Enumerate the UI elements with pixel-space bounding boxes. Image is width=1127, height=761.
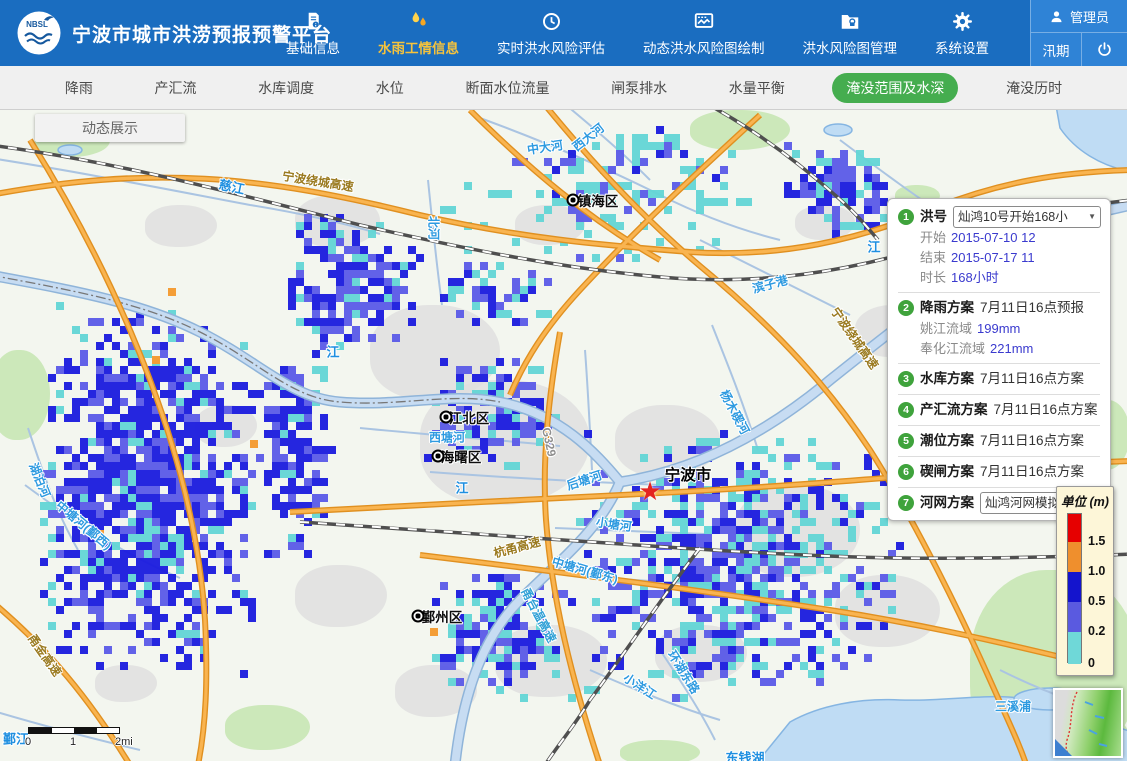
nav-label: 水雨工情信息 [378, 37, 459, 60]
legend-seg [1068, 572, 1081, 602]
info-doc-icon [303, 8, 324, 34]
nav-label: 洪水风险图管理 [803, 37, 898, 60]
flood-id-section: 1 洪号 灿鸿10号开始168小▼ 开始2015-07-10 12 结束2015… [898, 206, 1100, 288]
district-marker [412, 610, 425, 623]
depth-legend: 单位 (m) 1.5 1.0 0.5 0.2 0 [1056, 486, 1114, 676]
tab-gate-pump-drain[interactable]: 闸泵排水 [597, 73, 681, 103]
legend-seg [1068, 514, 1081, 542]
panel-row: 姚江流域199mm [898, 319, 1100, 339]
district-marker [432, 450, 445, 463]
user-menu[interactable]: 管理员 [1031, 0, 1127, 33]
user-name: 管理员 [1070, 7, 1109, 26]
scale-label: 2mi [115, 736, 133, 748]
nav-item-riskmap-manage[interactable]: 洪水风险图管理 [801, 6, 900, 62]
map-canvas[interactable]: 慈江中大河西大河镇海区宁波绕城高速宁波绕城高速滨子港北河江湖泊河中塘河(鄞西)西… [0, 110, 1127, 761]
tab-water-level[interactable]: 水位 [362, 73, 418, 103]
panel-row: 开始2015-07-10 12 [898, 228, 1100, 248]
district-marker [440, 411, 453, 424]
legend-tick: 1.5 [1088, 534, 1105, 548]
nav-label: 动态洪水风险图绘制 [643, 37, 765, 60]
legend-tick: 1.0 [1088, 564, 1105, 578]
runoff-plan-section: 4产汇流方案7月11日16点方案 [898, 399, 1100, 421]
header-bar: NBSL 宁波市城市洪涝预报预警平台 基础信息 水雨工情信息 [0, 0, 1127, 66]
flood-season-button[interactable]: 汛期 [1031, 33, 1081, 66]
rainfall-plan-section: 2 降雨方案 7月11日16点预报 姚江流域199mm 奉化江流域221mm [898, 297, 1100, 359]
nav-item-dynamic-riskmap[interactable]: 动态洪水风险图绘制 [641, 6, 767, 62]
legend-seg [1068, 632, 1081, 664]
legend-tick: 0.2 [1088, 624, 1105, 638]
nav-item-water-rain-info[interactable]: 水雨工情信息 [376, 6, 461, 62]
logout-button[interactable] [1081, 33, 1127, 66]
dynamic-display-button[interactable]: 动态展示 [35, 114, 185, 142]
header-user-block: 管理员 汛期 [1030, 0, 1127, 66]
app-logo: NBSL [16, 10, 62, 56]
nav-label: 系统设置 [935, 37, 989, 60]
tab-reservoir-dispatch[interactable]: 水库调度 [244, 73, 328, 103]
dynamic-chart-icon [693, 8, 715, 34]
clock-icon [541, 8, 562, 34]
chevron-down-icon: ▼ [1088, 206, 1096, 228]
nav-item-system-settings[interactable]: 系统设置 [933, 6, 991, 62]
nav-item-realtime-risk[interactable]: 实时洪水风险评估 [495, 6, 607, 62]
legend-title: 单位 (m) [1057, 491, 1113, 510]
header-bottom-row: 汛期 [1031, 33, 1127, 66]
section-badge: 1 [898, 209, 914, 225]
minimap-toggle-icon[interactable] [1055, 739, 1072, 756]
main-nav: 基础信息 水雨工情信息 实时洪水风险评估 动态洪水风险图绘制 [272, 0, 1030, 66]
water-drops-icon [408, 8, 430, 34]
overview-minimap[interactable] [1053, 688, 1123, 758]
brand: NBSL 宁波市城市洪涝预报预警平台 [0, 0, 272, 66]
map-scale-bar: 0 1 2mi [20, 722, 150, 752]
divider [898, 456, 1100, 457]
power-icon [1096, 41, 1113, 58]
nav-label: 实时洪水风险评估 [497, 37, 605, 60]
divider [898, 363, 1100, 364]
divider [898, 425, 1100, 426]
tide-plan-section: 5潮位方案7月11日16点方案 [898, 430, 1100, 452]
tab-section-flow[interactable]: 断面水位流量 [451, 73, 563, 103]
flood-event-select[interactable]: 灿鸿10号开始168小▼ [953, 206, 1101, 228]
tab-runoff[interactable]: 产汇流 [140, 73, 210, 103]
tab-water-balance[interactable]: 水量平衡 [715, 73, 799, 103]
user-icon [1049, 9, 1064, 24]
district-marker [567, 194, 580, 207]
folder-lock-icon [839, 8, 861, 34]
nav-label: 基础信息 [286, 37, 340, 60]
reservoir-plan-section: 3水库方案7月11日16点方案 [898, 368, 1100, 390]
legend-tick: 0 [1088, 656, 1095, 670]
flood-info-panel: 1 洪号 灿鸿10号开始168小▼ 开始2015-07-10 12 结束2015… [887, 198, 1111, 521]
tab-inundation-duration[interactable]: 淹没历时 [992, 73, 1076, 103]
legend-colorbar [1067, 513, 1082, 663]
scale-label: 0 [25, 736, 31, 748]
svg-text:NBSL: NBSL [26, 20, 48, 29]
city-star-marker: ★ [638, 478, 661, 504]
nav-item-basic-info[interactable]: 基础信息 [284, 6, 342, 62]
scale-segments [28, 727, 120, 734]
panel-row: 时长168小时 [898, 268, 1100, 288]
divider [898, 394, 1100, 395]
tab-rainfall[interactable]: 降雨 [51, 73, 107, 103]
sluice-plan-section: 6碶闸方案7月11日16点方案 [898, 461, 1100, 483]
app-window: NBSL 宁波市城市洪涝预报预警平台 基础信息 水雨工情信息 [0, 0, 1127, 761]
tab-inundation-extent-depth[interactable]: 淹没范围及水深 [832, 73, 958, 103]
legend-seg [1068, 602, 1081, 632]
divider [898, 292, 1100, 293]
scale-label: 1 [70, 736, 76, 748]
legend-tick: 0.5 [1088, 594, 1105, 608]
gear-icon [952, 8, 973, 34]
panel-row: 结束2015-07-17 11 [898, 248, 1100, 268]
panel-row: 奉化江流域221mm [898, 339, 1100, 359]
legend-seg [1068, 542, 1081, 572]
sub-nav-tabbar: 降雨 产汇流 水库调度 水位 断面水位流量 闸泵排水 水量平衡 淹没范围及水深 … [0, 66, 1127, 110]
